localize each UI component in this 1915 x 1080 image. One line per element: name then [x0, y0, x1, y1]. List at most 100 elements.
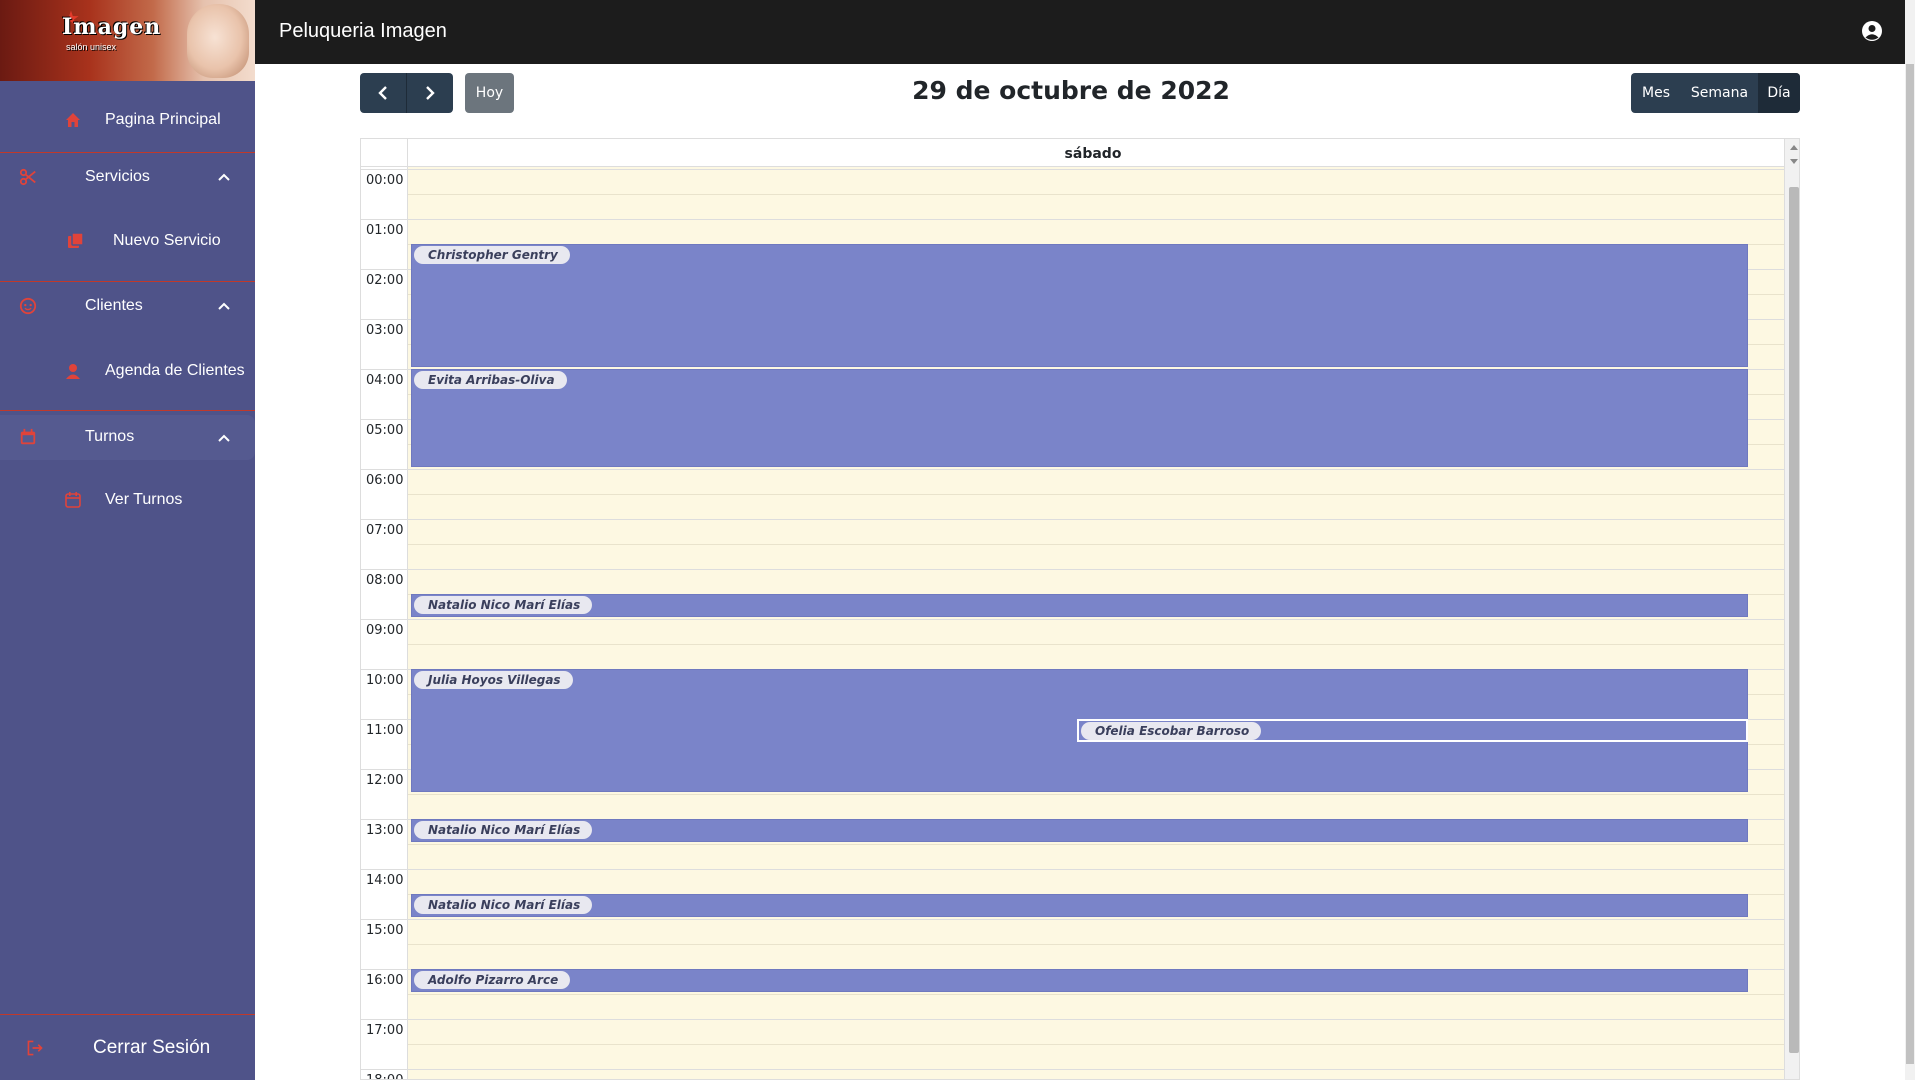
- logout-icon: [26, 1039, 44, 1057]
- calendar-icon: [19, 428, 37, 446]
- top-navbar: Peluqueria Imagen: [255, 0, 1905, 64]
- time-label: 03:00: [366, 323, 404, 338]
- time-label: 12:00: [366, 773, 404, 788]
- sidebar: ★ Imagen salón unisex Pagina Principal S…: [0, 0, 255, 1080]
- day-column[interactable]: Christopher Gentry Evita Arribas-Oliva Nat…: [408, 167, 1784, 1079]
- sidebar-item-label: Agenda de Clientes: [105, 362, 245, 379]
- today-button[interactable]: Hoy: [465, 73, 514, 113]
- time-label: 11:00: [366, 723, 404, 738]
- event-title: Natalio Nico Marí Elías: [414, 896, 593, 914]
- event-title: Adolfo Pizarro Arce: [414, 971, 571, 989]
- hour-line: [408, 1019, 1784, 1020]
- scissors-icon: [19, 168, 37, 186]
- sidebar-item-ver-turnos[interactable]: Ver Turnos: [0, 480, 255, 520]
- axis-hour-line: [361, 819, 408, 820]
- calendar-event[interactable]: Christopher Gentry: [411, 244, 1748, 367]
- sidebar-section-clientes[interactable]: Clientes: [0, 286, 255, 326]
- hour-line: [408, 1069, 1784, 1070]
- calendar-event[interactable]: Adolfo Pizarro Arce: [411, 969, 1748, 992]
- axis-hour-line: [361, 769, 408, 770]
- calendar-event[interactable]: Natalio Nico Marí Elías: [411, 819, 1748, 842]
- divider: [0, 281, 255, 282]
- calendar-event[interactable]: Evita Arribas-Oliva: [411, 369, 1748, 467]
- hour-line: [408, 219, 1784, 220]
- sidebar-section-label: Servicios: [85, 168, 150, 185]
- axis-hour-line: [361, 919, 408, 920]
- hour-line: [408, 569, 1784, 570]
- sidebar-item-nuevo-servicio[interactable]: Nuevo Servicio: [0, 221, 255, 261]
- axis-hour-line: [361, 619, 408, 620]
- sidebar-section-servicios[interactable]: Servicios: [0, 157, 255, 197]
- prev-button[interactable]: [360, 73, 406, 113]
- time-label: 14:00: [366, 873, 404, 888]
- logout-label: Cerrar Sesión: [93, 1037, 211, 1058]
- scroll-down-arrow-icon[interactable]: [1790, 159, 1798, 164]
- axis-hour-line: [361, 1069, 408, 1070]
- smile-icon: [19, 297, 37, 315]
- brand-logo[interactable]: ★ Imagen salón unisex: [0, 0, 255, 81]
- half-hour-line: [408, 794, 1784, 795]
- sidebar-item-home[interactable]: Pagina Principal: [0, 100, 255, 140]
- axis-hour-line: [361, 869, 408, 870]
- sidebar-section-turnos[interactable]: Turnos: [0, 415, 255, 460]
- time-label: 13:00: [366, 823, 404, 838]
- axis-hour-line: [361, 269, 408, 270]
- sidebar-item-label: Ver Turnos: [105, 491, 183, 508]
- logout-button[interactable]: Cerrar Sesión: [0, 1015, 255, 1080]
- view-month-button[interactable]: Mes: [1631, 73, 1681, 113]
- calendar-scrollbar[interactable]: [1784, 139, 1799, 1079]
- calendar-body: 00:00 01:00 02:00 03:00 04:00 05:00 06:00 07:00…: [361, 167, 1784, 1079]
- axis-hour-line: [361, 219, 408, 220]
- time-axis-header: [361, 139, 408, 167]
- logo-face-image: [187, 4, 249, 78]
- app-title[interactable]: Peluqueria Imagen: [279, 20, 447, 43]
- calendar-scrollbar-thumb[interactable]: [1789, 187, 1799, 1053]
- page-scrollbar-thumb[interactable]: [1906, 64, 1914, 1064]
- sidebar-item-agenda-clientes[interactable]: Agenda de Clientes: [0, 351, 255, 391]
- half-hour-line: [408, 494, 1784, 495]
- calendar-title: 29 de octubre de 2022: [912, 76, 1230, 105]
- hour-line: [408, 869, 1784, 870]
- half-hour-line: [408, 194, 1784, 195]
- view-day-button[interactable]: Día: [1758, 73, 1800, 113]
- next-button[interactable]: [406, 73, 452, 113]
- calendar-event[interactable]: Ofelia Escobar Barroso: [1077, 719, 1748, 742]
- sidebar-item-label: Nuevo Servicio: [113, 232, 221, 249]
- axis-hour-line: [361, 569, 408, 570]
- view-switcher: Mes Semana Día: [1631, 73, 1800, 113]
- time-label: 08:00: [366, 573, 404, 588]
- hour-line: [408, 169, 1784, 170]
- axis-hour-line: [361, 719, 408, 720]
- time-label: 07:00: [366, 523, 404, 538]
- axis-hour-line: [361, 319, 408, 320]
- calendar-event[interactable]: Natalio Nico Marí Elías: [411, 594, 1748, 617]
- hour-line: [408, 519, 1784, 520]
- axis-hour-line: [361, 1019, 408, 1020]
- time-label: 06:00: [366, 473, 404, 488]
- time-label: 09:00: [366, 623, 404, 638]
- calendar-event[interactable]: Natalio Nico Marí Elías: [411, 894, 1748, 917]
- user-account-icon[interactable]: [1861, 20, 1883, 42]
- time-label: 00:00: [366, 173, 404, 188]
- sidebar-section-label: Turnos: [85, 428, 135, 445]
- hour-line: [408, 919, 1784, 920]
- hour-line: [408, 469, 1784, 470]
- sidebar-item-label: Pagina Principal: [105, 111, 221, 128]
- time-label: 05:00: [366, 423, 404, 438]
- page-scrollbar[interactable]: [1905, 0, 1915, 1080]
- event-title: Christopher Gentry: [414, 246, 570, 264]
- chevron-up-icon: [218, 302, 230, 310]
- time-label: 15:00: [366, 923, 404, 938]
- user-contact-icon: [64, 362, 82, 380]
- event-title: Ofelia Escobar Barroso: [1081, 722, 1262, 740]
- axis-hour-line: [361, 669, 408, 670]
- logo-subtitle: salón unisex: [66, 42, 117, 52]
- chevron-up-icon: [218, 173, 230, 181]
- half-hour-line: [408, 1044, 1784, 1045]
- view-week-button[interactable]: Semana: [1681, 73, 1758, 113]
- chevron-left-icon: [378, 86, 387, 100]
- half-hour-line: [408, 844, 1784, 845]
- scroll-up-arrow-icon[interactable]: [1790, 145, 1798, 150]
- axis-hour-line: [361, 469, 408, 470]
- day-column-header: sábado: [1064, 146, 1122, 162]
